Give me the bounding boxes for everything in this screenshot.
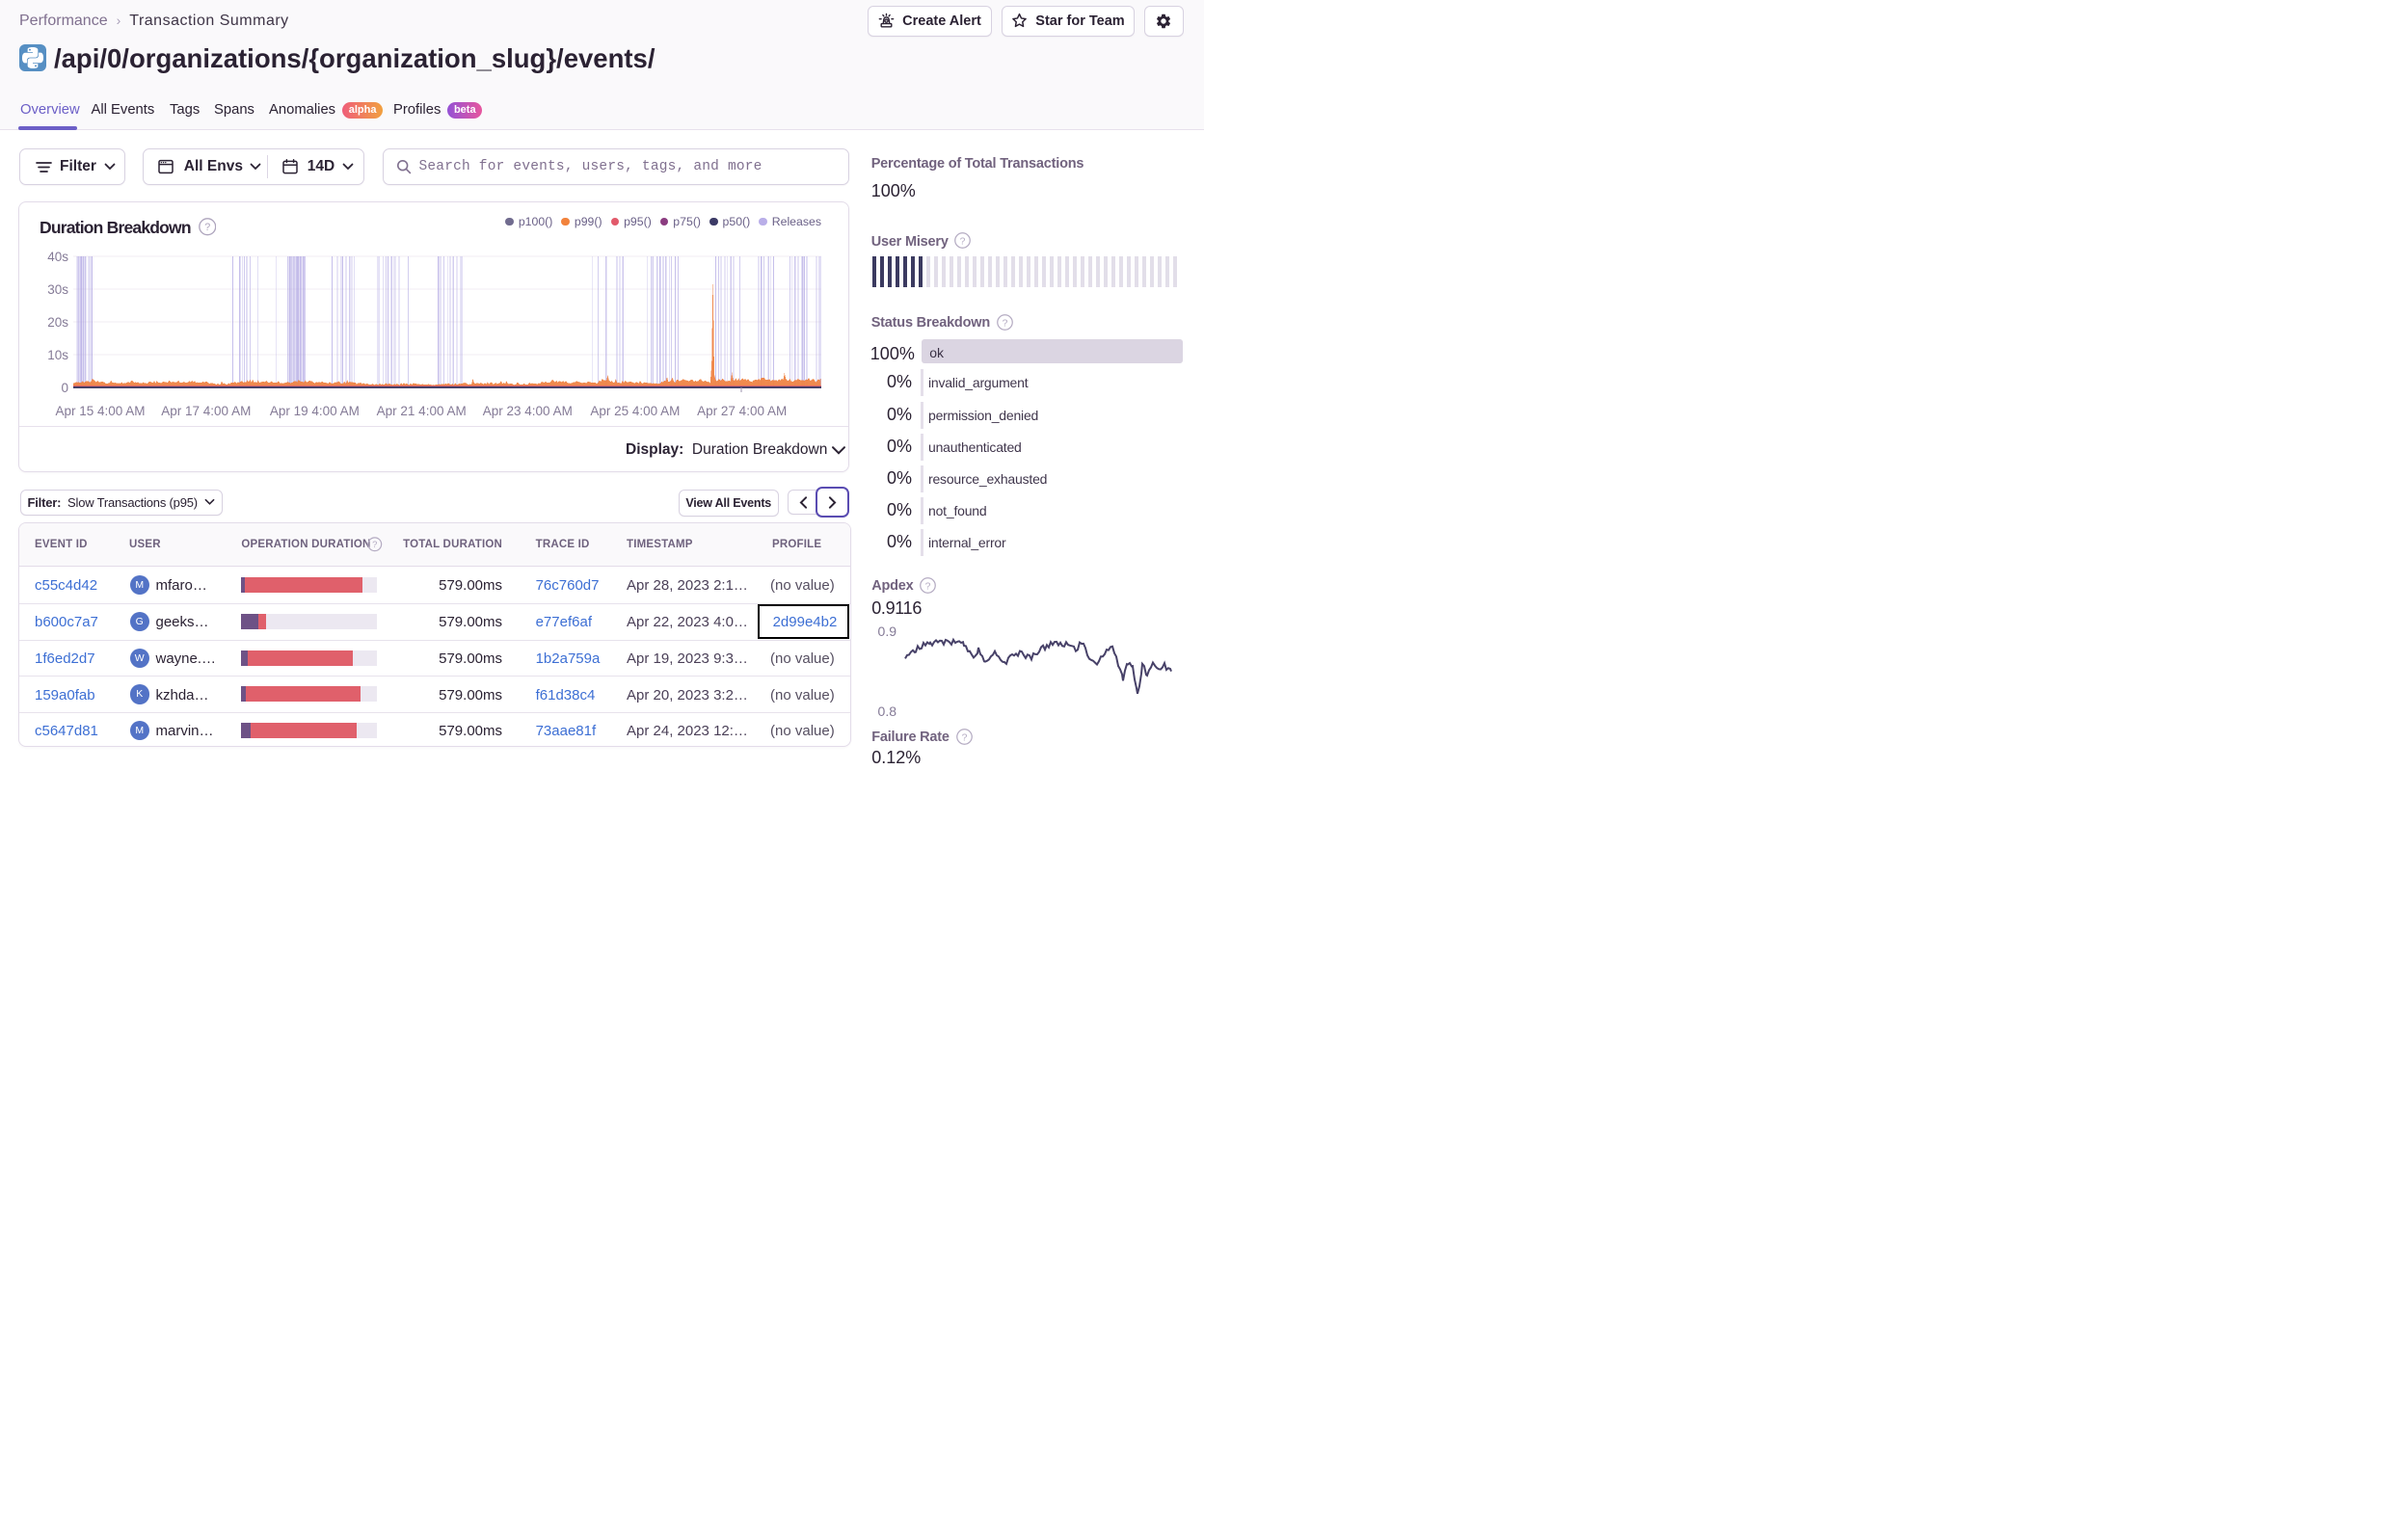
svg-text:?: ? bbox=[962, 732, 968, 743]
